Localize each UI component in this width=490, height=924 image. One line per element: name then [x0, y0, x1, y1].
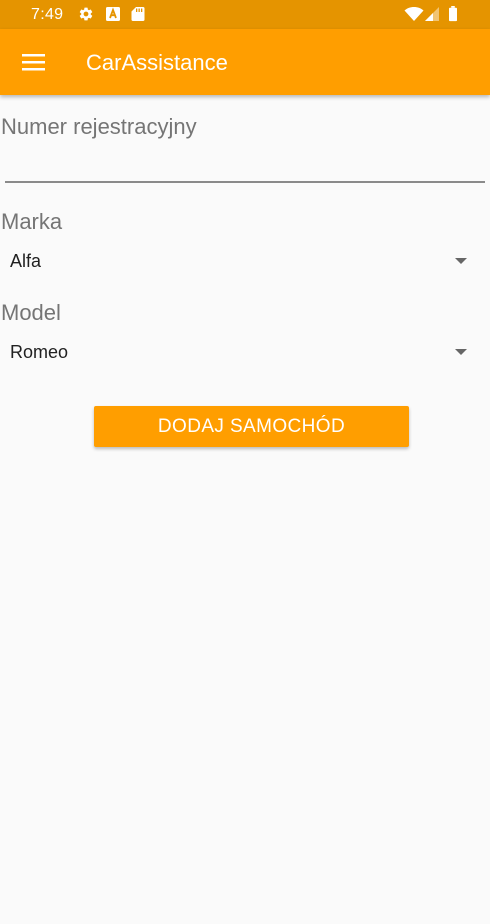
- dropdown-arrow-icon: [455, 258, 467, 264]
- sd-card-icon: [131, 7, 145, 21]
- registration-label: Numer rejestracyjny: [1, 114, 197, 139]
- brand-selected-value: Alfa: [10, 251, 42, 271]
- status-time: 7:49: [31, 6, 64, 23]
- status-bar: 7:49: [0, 0, 490, 29]
- battery-icon: [449, 6, 457, 22]
- wifi-icon: [404, 7, 424, 21]
- dropdown-arrow-icon: [455, 349, 467, 355]
- app-bar: CarAssistance: [0, 29, 490, 95]
- add-car-button[interactable]: DODAJ SAMOCHÓD: [94, 406, 409, 447]
- brand-label: Marka: [1, 209, 63, 234]
- add-car-form: Numer rejestracyjny Marka Alfa Model Rom…: [0, 95, 490, 924]
- menu-button[interactable]: [10, 38, 58, 86]
- model-selected-value: Romeo: [10, 342, 69, 362]
- hamburger-menu-icon: [22, 54, 45, 71]
- gear-icon: [79, 7, 93, 21]
- a-icon: [106, 7, 120, 21]
- registration-input[interactable]: [5, 145, 485, 183]
- brand-spinner[interactable]: Alfa: [0, 239, 490, 283]
- model-label: Model: [1, 300, 61, 325]
- app-title: CarAssistance: [86, 50, 228, 75]
- model-spinner[interactable]: Romeo: [0, 330, 490, 374]
- signal-icon: [425, 7, 439, 21]
